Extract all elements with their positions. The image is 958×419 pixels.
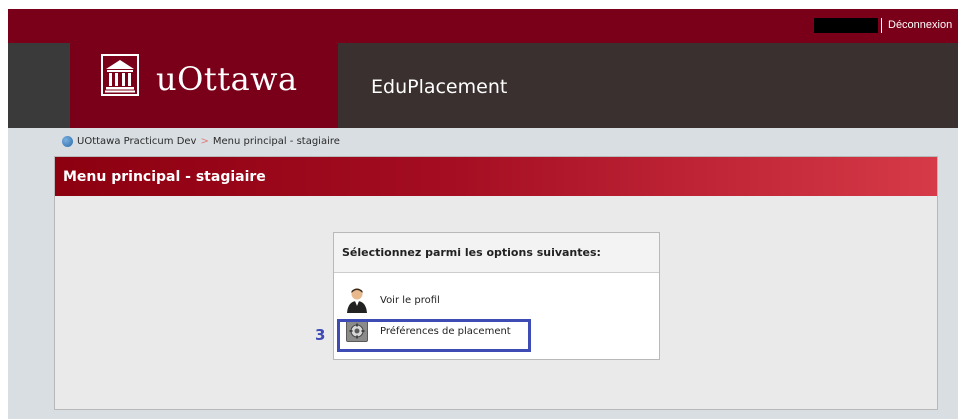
page-title: Menu principal - stagiaire [63, 168, 266, 185]
panel-header: Menu principal - stagiaire [55, 157, 937, 196]
university-building-icon [101, 54, 139, 96]
person-icon [347, 288, 367, 313]
options-menu-heading: Sélectionnez parmi les options suivantes… [334, 233, 659, 273]
brand-header: uOttawa EduPlacement [8, 43, 958, 128]
logo[interactable]: uOttawa [70, 43, 338, 128]
redacted-username [814, 18, 878, 33]
app-name: EduPlacement [371, 76, 508, 98]
main-panel: Menu principal - stagiaire Sélectionnez … [54, 156, 938, 410]
breadcrumb-item-home[interactable]: UOttawa Practicum Dev [77, 136, 196, 147]
menu-item-label: Voir le profil [380, 294, 440, 306]
top-bar: Déconnexion [8, 9, 958, 43]
annotation-step-number: 3 [315, 326, 326, 344]
menu-item-view-profile[interactable]: Voir le profil [346, 287, 440, 313]
breadcrumb: UOttawa Practicum Dev > Menu principal -… [62, 136, 340, 147]
annotation-highlight-box [337, 319, 531, 352]
logo-text: uOttawa [156, 60, 298, 98]
header-left-spacer [8, 43, 70, 128]
content-area: UOttawa Practicum Dev > Menu principal -… [8, 128, 958, 419]
top-bar-separator [881, 18, 882, 33]
breadcrumb-item-current: Menu principal - stagiaire [212, 136, 340, 147]
breadcrumb-separator: > [200, 136, 209, 147]
home-icon [62, 136, 73, 147]
logout-link[interactable]: Déconnexion [888, 18, 952, 33]
